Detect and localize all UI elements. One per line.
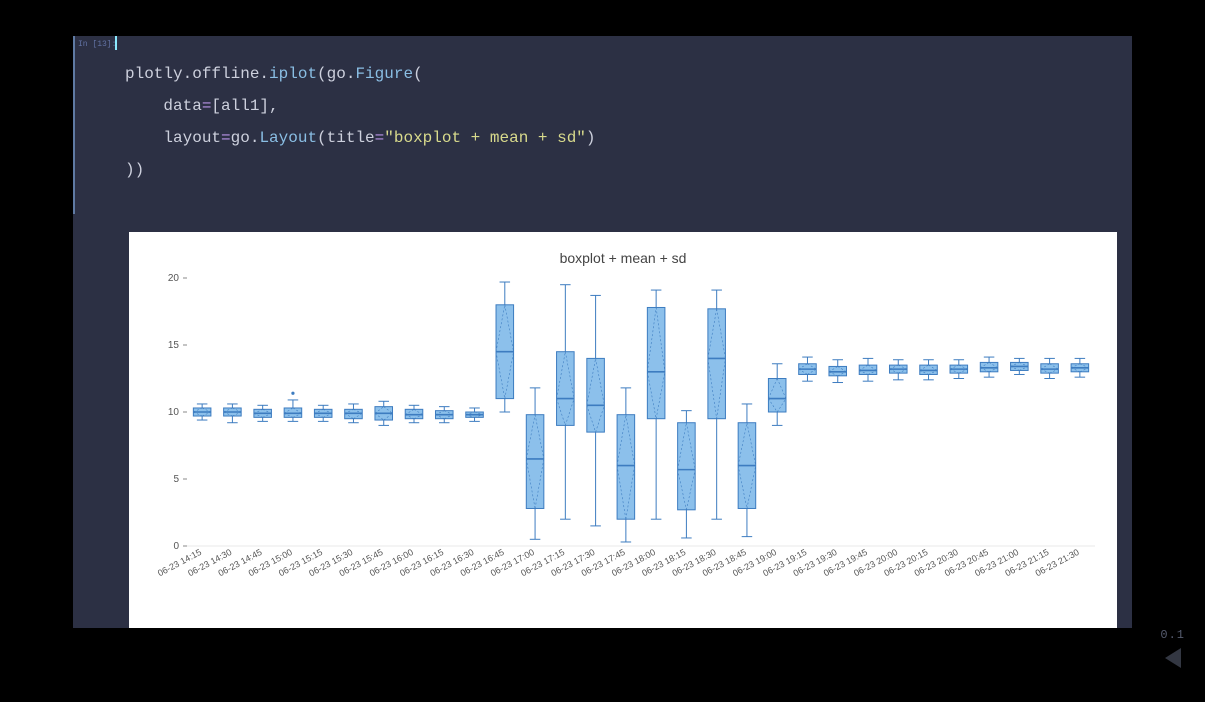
svg-text:10: 10 [168, 407, 180, 418]
collapse-arrow-icon[interactable] [1165, 648, 1181, 668]
code-line: data=[all1], [125, 90, 1132, 122]
svg-text:20: 20 [168, 273, 180, 284]
svg-text:5: 5 [173, 474, 179, 485]
code-line: plotly.offline.iplot(go.Figure( [125, 58, 1132, 90]
chart-title: boxplot + mean + sd [141, 250, 1105, 266]
code-line: )) [125, 154, 1132, 186]
code-line: layout=go.Layout(title="boxplot + mean +… [125, 122, 1132, 154]
svg-text:0: 0 [173, 541, 179, 552]
svg-text:15: 15 [168, 340, 180, 351]
input-prompt: In [13]: [78, 40, 116, 49]
code-input[interactable]: plotly.offline.iplot(go.Figure( data=[al… [73, 36, 1132, 214]
output-area: boxplot + mean + sd 0510152006-23 14:150… [129, 232, 1117, 628]
cursor-indicator [115, 36, 117, 50]
notebook-cell: In [13]: plotly.offline.iplot(go.Figure(… [73, 36, 1132, 628]
version-label: 0.1 [1160, 628, 1185, 642]
boxplot-chart[interactable]: 0510152006-23 14:1506-23 14:3006-23 14:4… [141, 272, 1105, 616]
